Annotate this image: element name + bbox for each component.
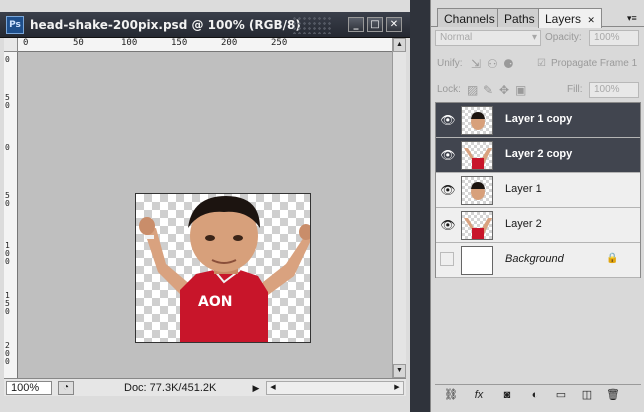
- blend-mode-select[interactable]: Normal ▾: [435, 30, 541, 46]
- eye-icon[interactable]: 👁: [440, 112, 456, 128]
- player-illustration: AON: [139, 196, 310, 342]
- panel-menu-icon[interactable]: ▾≡: [627, 13, 637, 24]
- adjustment-layer-icon[interactable]: ◐: [527, 388, 543, 402]
- canvas-area[interactable]: AON: [18, 52, 392, 378]
- layer-thumbnail: [461, 141, 493, 170]
- scroll-down-arrow-icon[interactable]: ▼: [393, 364, 406, 378]
- ruler-label: 150: [5, 291, 10, 316]
- fill-label: Fill:: [567, 84, 583, 95]
- layer-row-layer-1[interactable]: 👁 Layer 1: [436, 173, 640, 208]
- layers-toolbar: ⛓ fx ◙ ◐ ▭ ◫ 🗑: [435, 384, 641, 404]
- ruler-label: 200: [5, 341, 10, 366]
- panel-tabbar: Channels Paths Layers ✕ ▾≡: [431, 5, 644, 28]
- tab-layers-label: Layers: [545, 12, 582, 26]
- ruler-label: 0: [23, 38, 29, 48]
- eye-icon[interactable]: 👁: [440, 217, 456, 233]
- eye-icon[interactable]: 👁: [440, 182, 456, 198]
- layer-row-background[interactable]: Background 🔒: [436, 243, 640, 278]
- ruler-label: 50: [5, 93, 10, 110]
- lock-label: Lock:: [437, 84, 461, 95]
- status-options-icon[interactable]: ◔: [58, 381, 74, 395]
- ruler-label: 0: [5, 143, 10, 152]
- layer-row-layer-2-copy[interactable]: 👁 Layer 2 copy: [436, 138, 640, 173]
- chevron-down-icon: ▾: [531, 32, 537, 43]
- ruler-label: 100: [5, 241, 10, 266]
- scroll-left-arrow-icon[interactable]: ◀: [267, 382, 279, 394]
- link-layers-icon[interactable]: ⛓: [443, 388, 459, 402]
- lock-pixels-icon[interactable]: ✎: [483, 81, 493, 99]
- lock-position-icon[interactable]: ✥: [499, 81, 509, 99]
- unify-style-icon[interactable]: ⚈: [503, 55, 514, 73]
- layer-name[interactable]: Layer 2: [505, 218, 542, 230]
- status-bar: 100% ◔ Doc: 77.3K/451.2K ▶ ◀ ▶: [4, 378, 406, 396]
- panel-divider: [410, 0, 430, 412]
- ruler-label: 0: [5, 55, 10, 64]
- ruler-label: 100: [121, 38, 138, 48]
- tab-close-icon[interactable]: ✕: [587, 15, 595, 25]
- ruler-label: 50: [5, 191, 10, 208]
- ruler-origin[interactable]: [4, 38, 18, 52]
- document-title: head-shake-200pix.psd @ 100% (RGB/8): [30, 18, 301, 32]
- document-image[interactable]: AON: [135, 193, 311, 343]
- add-mask-icon[interactable]: ◙: [499, 388, 515, 402]
- layer-thumbnail: [461, 246, 493, 275]
- tab-layers[interactable]: Layers ✕: [538, 8, 602, 28]
- new-group-icon[interactable]: ▭: [553, 388, 569, 402]
- layer-thumbnail: [461, 211, 493, 240]
- scroll-right-arrow-icon[interactable]: ▶: [391, 382, 403, 394]
- blend-mode-value: Normal: [440, 32, 473, 43]
- layer-row-layer-2[interactable]: 👁 Layer 2: [436, 208, 640, 243]
- photoshop-icon: Ps: [6, 16, 24, 34]
- layer-thumbnail: [461, 176, 493, 205]
- titlebar-grip: [292, 16, 332, 34]
- unify-position-icon[interactable]: ⇲: [471, 55, 481, 73]
- status-menu-arrow-icon[interactable]: ▶: [250, 381, 262, 395]
- ruler-label: 250: [271, 38, 288, 48]
- document-titlebar[interactable]: Ps head-shake-200pix.psd @ 100% (RGB/8) …: [0, 12, 410, 38]
- zoom-level-field[interactable]: 100%: [6, 381, 52, 395]
- ruler-label: 200: [221, 38, 238, 48]
- layer-thumbnail: [461, 106, 493, 135]
- opacity-field[interactable]: 100%: [589, 30, 639, 46]
- document-window: Ps head-shake-200pix.psd @ 100% (RGB/8) …: [0, 0, 410, 412]
- eye-icon[interactable]: 👁: [440, 147, 456, 163]
- layer-name[interactable]: Layer 1: [505, 183, 542, 195]
- layer-name[interactable]: Background: [505, 253, 564, 265]
- vertical-scrollbar[interactable]: ▲ ▼: [392, 38, 406, 378]
- opacity-label: Opacity:: [545, 32, 582, 43]
- tab-paths[interactable]: Paths: [497, 8, 542, 27]
- visibility-toggle[interactable]: [440, 252, 454, 266]
- minimize-button[interactable]: _: [348, 17, 364, 32]
- propagate-label: Propagate Frame 1: [551, 58, 638, 69]
- lock-transparency-icon[interactable]: ▨: [467, 81, 478, 99]
- delete-layer-icon[interactable]: 🗑: [605, 388, 621, 402]
- horizontal-scrollbar[interactable]: ◀ ▶: [266, 381, 404, 395]
- scroll-up-arrow-icon[interactable]: ▲: [393, 38, 406, 52]
- ruler-label: 50: [73, 38, 84, 48]
- document-size-info: Doc: 77.3K/451.2K: [124, 382, 217, 394]
- propagate-checkbox[interactable]: ☑: [537, 55, 546, 73]
- layer-name[interactable]: Layer 2 copy: [505, 148, 572, 160]
- fx-icon[interactable]: fx: [471, 388, 487, 402]
- horizontal-ruler[interactable]: 0 50 100 150 200 250: [18, 38, 392, 52]
- close-button[interactable]: ✕: [386, 17, 402, 32]
- layer-row-layer-1-copy[interactable]: 👁 Layer 1 copy: [436, 103, 640, 138]
- fill-field[interactable]: 100%: [589, 82, 639, 98]
- layer-name[interactable]: Layer 1 copy: [505, 113, 572, 125]
- unify-visibility-icon[interactable]: ⚇: [487, 55, 498, 73]
- vertical-ruler[interactable]: 0 50 0 50 100 150 200: [4, 52, 18, 378]
- layers-list: 👁 Layer 1 copy 👁 Layer 2 copy 👁 Layer 1 …: [435, 102, 641, 278]
- layers-panel: Channels Paths Layers ✕ ▾≡ Normal ▾ Opac…: [430, 0, 644, 412]
- new-layer-icon[interactable]: ◫: [579, 388, 595, 402]
- tab-channels[interactable]: Channels: [437, 8, 502, 27]
- lock-icon: 🔒: [606, 253, 619, 264]
- jersey-text: AON: [198, 294, 232, 310]
- ruler-label: 150: [171, 38, 188, 48]
- unify-label: Unify:: [437, 58, 463, 69]
- lock-all-icon[interactable]: ▣: [515, 81, 526, 99]
- maximize-button[interactable]: □: [367, 17, 383, 32]
